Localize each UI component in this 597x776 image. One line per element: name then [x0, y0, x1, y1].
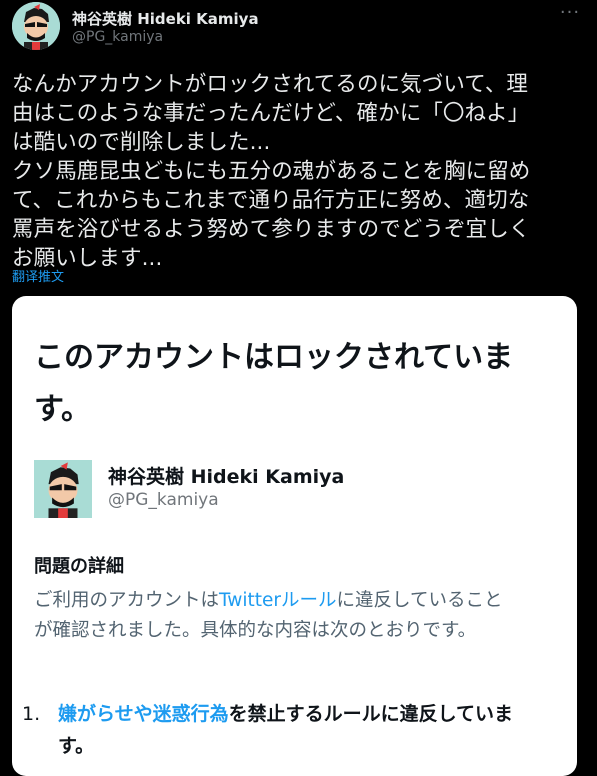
tweet-line: て、これからもこれまで通り品行方正に努め、適切な: [12, 188, 530, 213]
tweet-text: なんかアカウントがロックされてるのに気づいて、理 由はこのような事だったんだけど…: [12, 70, 590, 273]
inner-avatar: [34, 460, 92, 518]
violation-line: す。: [58, 735, 95, 757]
author-name[interactable]: 神谷英樹 Hideki Kamiya: [72, 8, 259, 29]
author-handle[interactable]: @PG_kamiya: [72, 29, 163, 45]
detail-text: ご利用のアカウントは: [34, 590, 220, 611]
inner-author-handle: @PG_kamiya: [108, 490, 219, 510]
attached-image[interactable]: このアカウントはロックされていま す。 神谷英樹 Hideki Kamiya @…: [12, 296, 577, 776]
avatar[interactable]: [12, 2, 60, 50]
avatar-cartoon-icon: [34, 460, 92, 518]
avatar-cartoon-icon: [12, 2, 60, 50]
detail-body: ご利用のアカウントはTwitterルールに違反していること が確認されました。具…: [34, 586, 569, 646]
tweet-line: なんかアカウントがロックされてるのに気づいて、理: [12, 72, 529, 97]
detail-line: が確認されました。具体的な内容は次のとおりです。: [34, 620, 477, 641]
lock-notice-title-line: す。: [34, 392, 91, 427]
list-number: 1.: [22, 703, 41, 725]
violation-line: 嫌がらせや迷惑行為を禁止するルールに違反していま: [58, 698, 577, 730]
translate-tweet-link[interactable]: 翻译推文: [12, 266, 64, 285]
tweet: 神谷英樹 Hideki Kamiya @PG_kamiya ··· なんかアカウ…: [0, 0, 597, 776]
lock-notice-title: このアカウントはロックされていま す。: [34, 332, 574, 436]
more-options-icon[interactable]: ···: [556, 4, 584, 26]
tweet-line: クソ馬鹿昆虫どもにも五分の魂があることを胸に留め: [12, 159, 531, 184]
violation-text: 嫌がらせや迷惑行為を禁止するルールに違反していま す。: [58, 698, 577, 762]
violation-line-text: を禁止するルールに違反していま: [228, 703, 514, 725]
detail-text: に違反していること: [336, 590, 503, 611]
inner-author-name: 神谷英樹 Hideki Kamiya: [108, 466, 345, 488]
tweet-line: 由はこのような事だったんだけど、確かに「〇ねよ」: [12, 101, 530, 126]
twitter-rules-link: Twitterルール: [219, 590, 337, 611]
harassment-link: 嫌がらせや迷惑行為: [58, 703, 229, 725]
tweet-line: は酷いので削除しました...: [12, 130, 271, 155]
tweet-line: 罵声を浴びせるよう努めて参りますのでどうぞ宜しく: [12, 217, 531, 242]
detail-heading: 問題の詳細: [34, 556, 124, 577]
tweet-line: お願いします...: [12, 246, 163, 271]
lock-notice-title-line: このアカウントはロックされていま: [34, 340, 514, 375]
detail-line: ご利用のアカウントはTwitterルールに違反していること: [34, 586, 569, 616]
